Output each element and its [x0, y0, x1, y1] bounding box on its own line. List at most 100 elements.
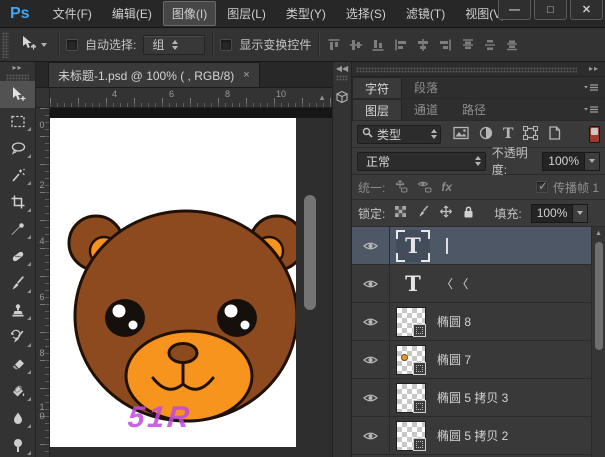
tab-paragraph[interactable]: 段落: [402, 77, 450, 98]
layer-name[interactable]: 椭圆 8: [437, 313, 471, 330]
brush-tool[interactable]: [0, 270, 35, 297]
3d-panel-icon[interactable]: [334, 89, 350, 105]
lock-all-icon[interactable]: [462, 205, 475, 222]
chevron-down-icon[interactable]: [585, 152, 600, 171]
paint-bucket-tool[interactable]: [0, 378, 35, 405]
align-vertical-center-button[interactable]: [348, 37, 364, 53]
menu-edit[interactable]: 编辑(E): [103, 1, 161, 26]
visibility-cell[interactable]: [352, 341, 390, 378]
opacity-field[interactable]: 100%: [542, 152, 600, 171]
scrollbar-thumb[interactable]: [595, 242, 603, 350]
visibility-cell[interactable]: [352, 379, 390, 416]
crop-tool[interactable]: [0, 189, 35, 216]
menu-image[interactable]: 图像(I): [163, 1, 216, 26]
panel-menu-icon[interactable]: [583, 82, 599, 97]
align-horizontal-center-button[interactable]: [415, 37, 431, 53]
unify-visibility-icon[interactable]: [417, 179, 432, 196]
layer-row-shape[interactable]: 椭圆 7: [352, 341, 592, 379]
chevron-down-icon[interactable]: [573, 204, 588, 223]
panel-menu-icon[interactable]: [583, 104, 599, 119]
dodge-tool[interactable]: [0, 432, 35, 457]
shape-layer-thumbnail[interactable]: [396, 383, 426, 413]
lock-position-icon[interactable]: [439, 205, 453, 221]
blend-mode-dropdown[interactable]: 正常: [357, 152, 486, 171]
document-tab[interactable]: 未标题-1.psd @ 100% ( , RGB/8) ×: [48, 62, 260, 87]
filter-adjustment-layers-icon[interactable]: [479, 126, 493, 143]
align-top-button[interactable]: [326, 37, 342, 53]
vertical-ruler[interactable]: 0 2 4 6 8 10: [36, 108, 50, 457]
layer-row-text-editing[interactable]: T: [352, 227, 592, 265]
menu-file[interactable]: 文件(F): [44, 1, 101, 26]
close-button[interactable]: ✕: [570, 0, 603, 20]
layer-list-scrollbar[interactable]: ▲: [591, 227, 605, 457]
layer-name[interactable]: 〈 〈: [441, 275, 468, 292]
tab-character[interactable]: 字符: [352, 77, 402, 98]
fill-field[interactable]: 100%: [531, 204, 589, 223]
shape-layer-thumbnail[interactable]: [396, 345, 426, 375]
filter-type-dropdown[interactable]: 类型: [357, 125, 441, 144]
align-bottom-button[interactable]: [370, 37, 386, 53]
scrollbar-up-arrow-icon[interactable]: ▲: [592, 230, 605, 237]
menu-layer[interactable]: 图层(L): [218, 1, 275, 26]
layer-name[interactable]: 椭圆 5 拷贝 3: [437, 389, 508, 406]
filter-shape-layers-icon[interactable]: [523, 126, 538, 143]
clone-stamp-tool[interactable]: [0, 297, 35, 324]
move-tool[interactable]: [0, 81, 35, 108]
layer-row-shape[interactable]: 椭圆 8: [352, 303, 592, 341]
eyedropper-tool[interactable]: [0, 216, 35, 243]
layer-name[interactable]: 椭圆 5 拷贝 2: [437, 427, 508, 444]
tab-paths[interactable]: 路径: [450, 99, 498, 120]
lock-image-pixels-icon[interactable]: [416, 205, 430, 221]
layer-name[interactable]: 椭圆 7: [437, 351, 471, 368]
unify-style-icon[interactable]: fx: [441, 180, 452, 194]
eye-visibility-icon[interactable]: [363, 241, 378, 251]
scrollbar-up-arrow-icon[interactable]: ▲: [318, 93, 326, 102]
menu-select[interactable]: 选择(S): [337, 1, 395, 26]
layer-row-shape[interactable]: 椭圆 5 拷贝 2: [352, 417, 592, 455]
unify-position-icon[interactable]: [393, 179, 408, 196]
pasteboard[interactable]: 51R: [50, 108, 332, 457]
horizontal-ruler[interactable]: 4 6 8 10 ▲: [50, 88, 332, 108]
visibility-cell[interactable]: [352, 303, 390, 340]
maximize-button[interactable]: □: [534, 0, 567, 20]
dock-collapse-control[interactable]: ◀◀: [333, 62, 351, 75]
eye-visibility-icon[interactable]: [363, 279, 378, 289]
eye-visibility-icon[interactable]: [363, 355, 378, 365]
lasso-tool[interactable]: [0, 135, 35, 162]
tool-preset-picker[interactable]: [16, 33, 51, 56]
menu-filter[interactable]: 滤镜(T): [397, 1, 454, 26]
minimize-button[interactable]: —: [498, 0, 531, 20]
dock-expand-control[interactable]: ▸▸: [589, 64, 599, 73]
toolbar-collapse-control[interactable]: ▸▸: [0, 62, 35, 74]
blur-tool[interactable]: [0, 405, 35, 432]
panel-grip[interactable]: [356, 67, 577, 73]
filter-toggle-switch[interactable]: [589, 126, 600, 143]
document-close-icon[interactable]: ×: [243, 69, 249, 81]
visibility-cell[interactable]: [352, 227, 390, 264]
history-brush-tool[interactable]: [0, 324, 35, 351]
dock-grip[interactable]: [336, 75, 348, 81]
canvas[interactable]: 51R: [50, 118, 296, 447]
visibility-cell[interactable]: [352, 265, 390, 302]
text-layer-thumbnail[interactable]: T: [396, 268, 430, 300]
magic-wand-tool[interactable]: [0, 162, 35, 189]
eye-visibility-icon[interactable]: [363, 393, 378, 403]
canvas-vertical-scrollbar[interactable]: [304, 195, 316, 310]
text-layer-thumbnail[interactable]: T: [396, 230, 430, 262]
tab-layers[interactable]: 图层: [352, 99, 402, 120]
tab-channels[interactable]: 通道: [402, 99, 450, 120]
options-bar-grip[interactable]: [2, 32, 9, 58]
lock-transparent-pixels-icon[interactable]: [394, 205, 407, 221]
eye-visibility-icon[interactable]: [363, 431, 378, 441]
spot-healing-brush-tool[interactable]: [0, 243, 35, 270]
align-left-button[interactable]: [393, 37, 409, 53]
distribute-vertical-center-button[interactable]: [482, 37, 498, 53]
visibility-cell[interactable]: [352, 417, 390, 454]
auto-select-checkbox[interactable]: [66, 39, 78, 51]
show-transform-checkbox[interactable]: [220, 39, 232, 51]
auto-select-dropdown[interactable]: 组: [143, 35, 205, 55]
rectangular-marquee-tool[interactable]: [0, 108, 35, 135]
menu-type[interactable]: 类型(Y): [277, 1, 335, 26]
shape-layer-thumbnail[interactable]: [396, 307, 426, 337]
eye-visibility-icon[interactable]: [363, 317, 378, 327]
